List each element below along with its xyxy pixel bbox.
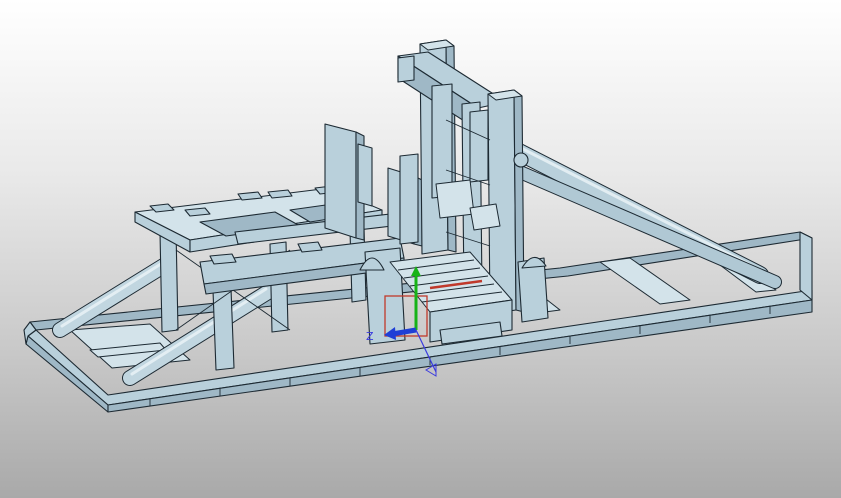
cad-viewport[interactable]: Z [0,0,841,498]
3d-model-assembly[interactable]: Z [0,0,841,498]
z-axis-label: Z [366,330,374,343]
